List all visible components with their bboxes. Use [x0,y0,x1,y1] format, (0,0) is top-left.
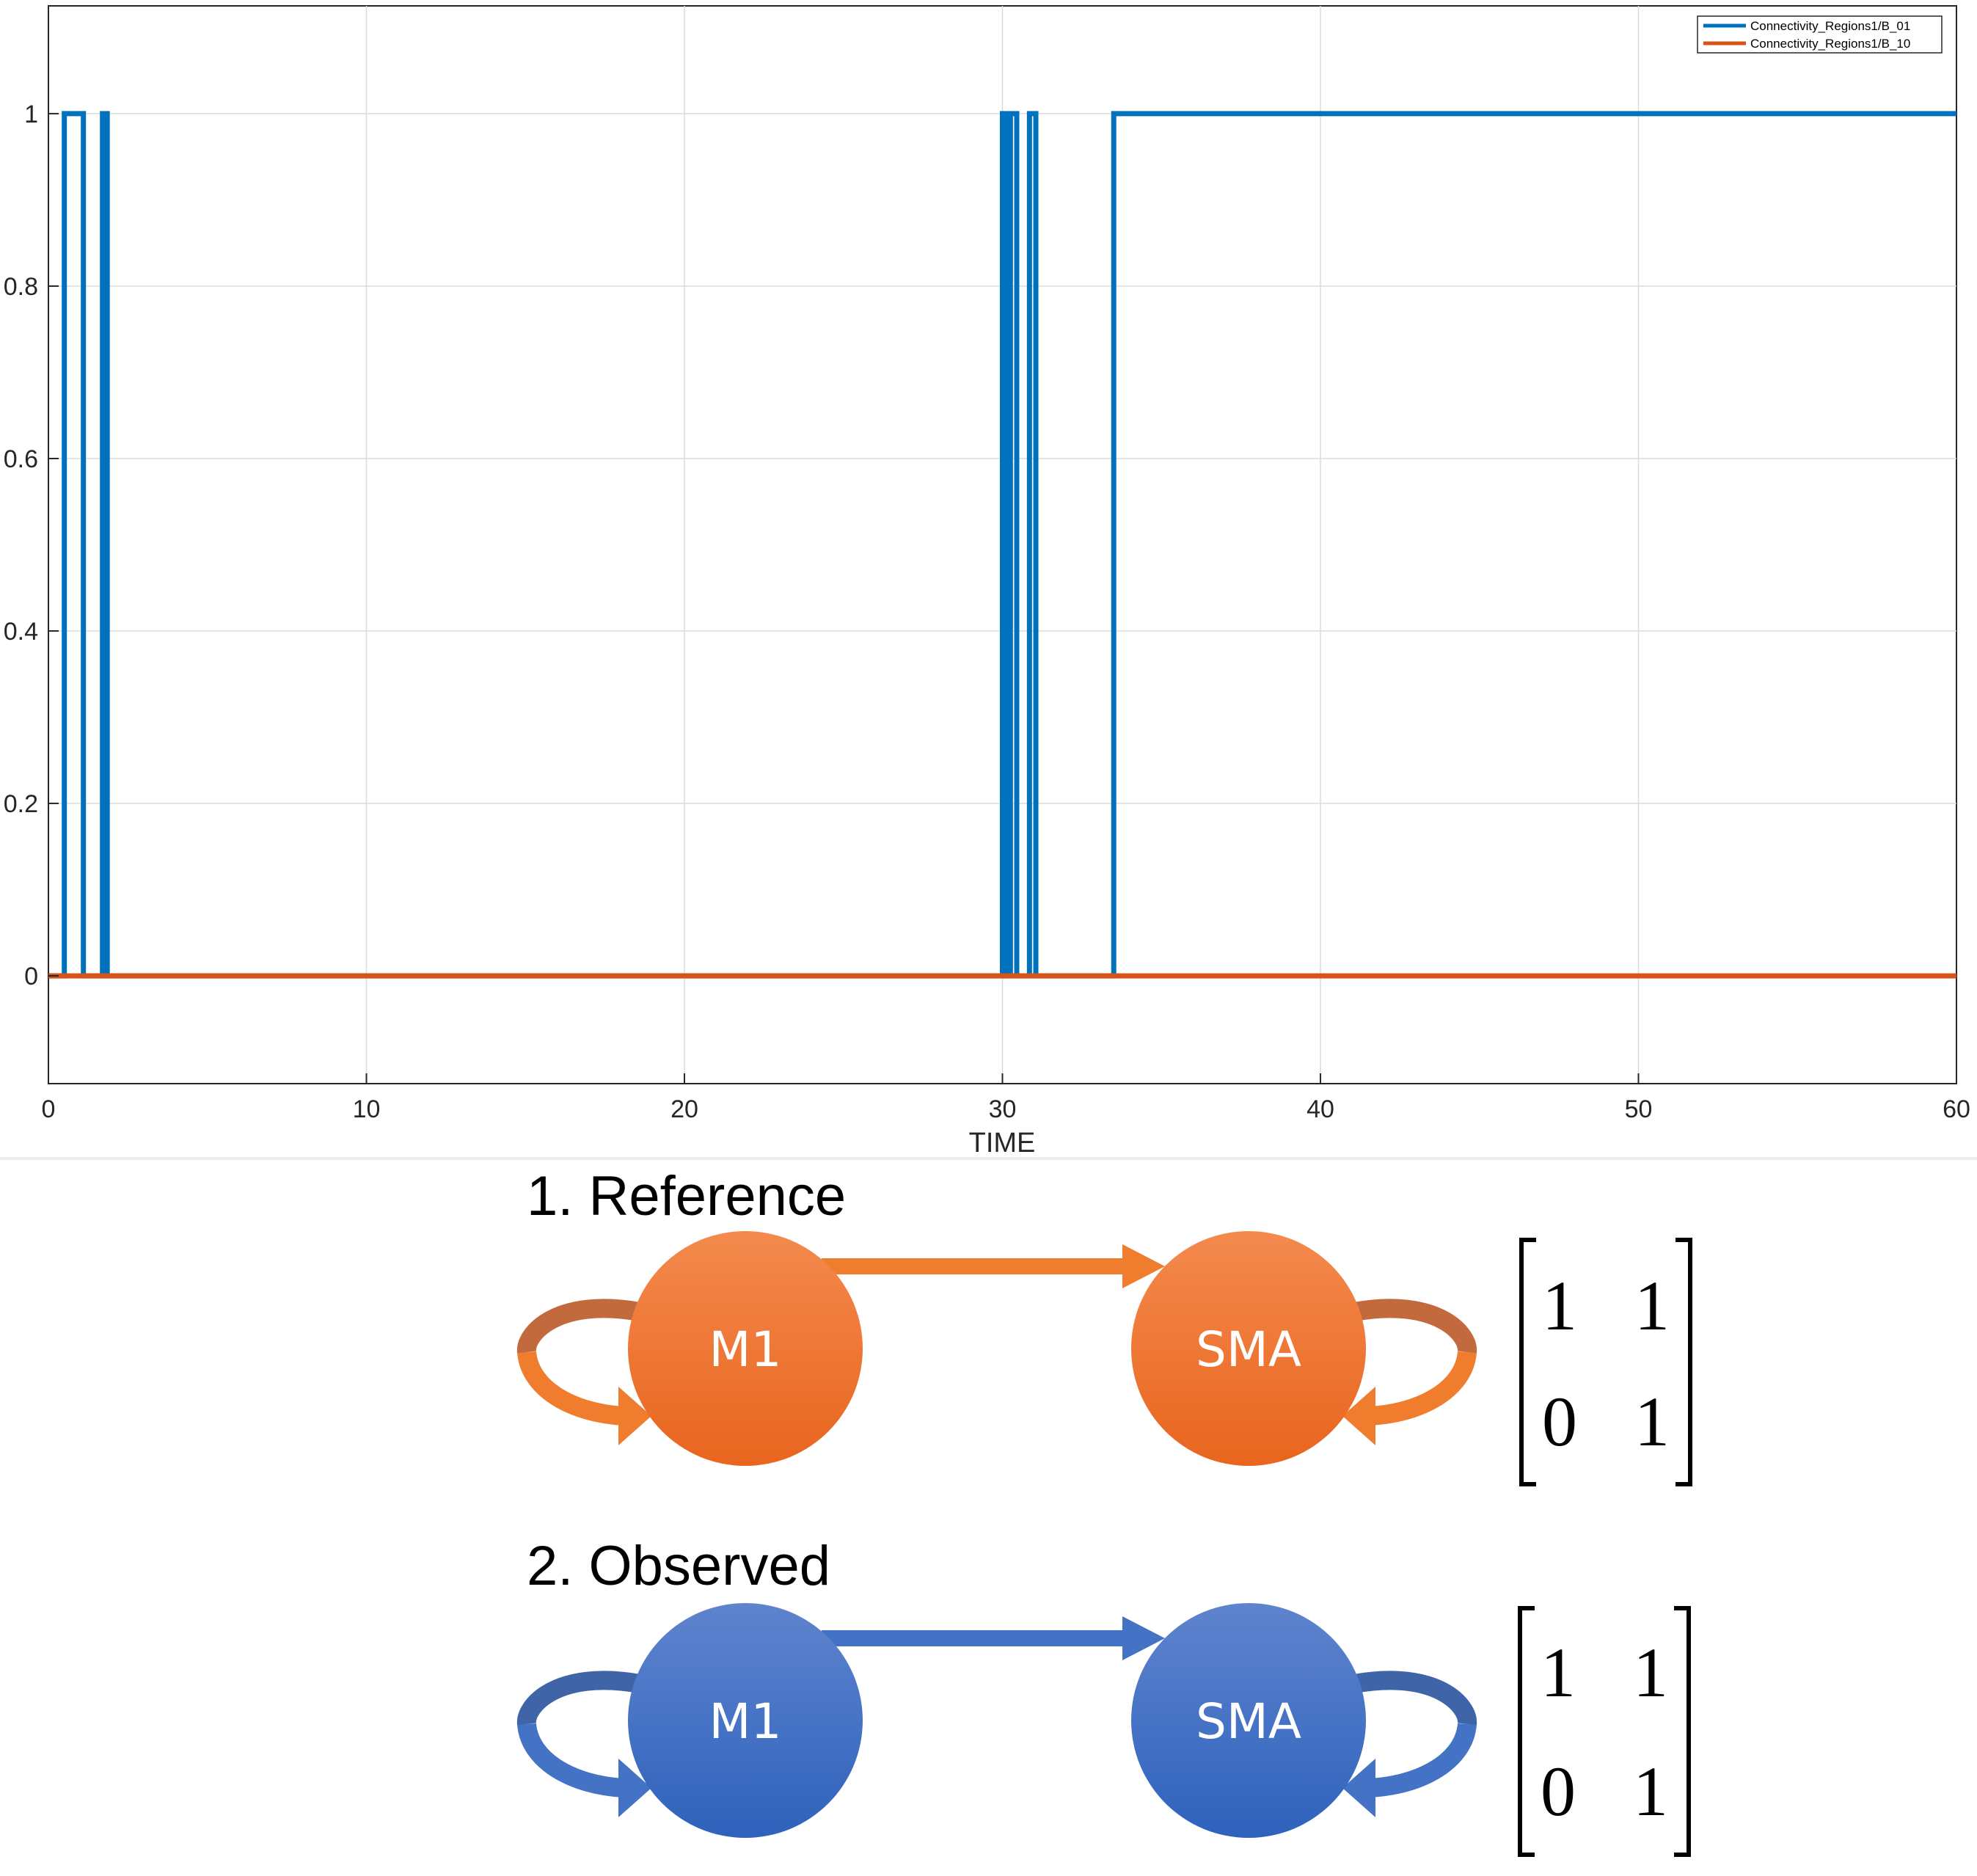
legend: Connectivity_Regions1/B_01 Connectivity_… [1697,15,1943,54]
x-tick-label: 40 [1307,1095,1334,1123]
matrix-cell-11: 1 [1633,1752,1668,1831]
matrix-left-bracket [1519,1238,1536,1486]
x-tick-label: 20 [670,1095,698,1123]
y-tick-label: 0.8 [4,273,38,301]
matrix-right-bracket [1675,1238,1692,1486]
chart-panel-divider [0,1157,1977,1160]
x-tick-label: 0 [42,1095,56,1123]
chart: 0 10 20 30 40 50 60 0 0.2 0.4 0.6 0.8 1 TIME Connec… [4,5,1970,1158]
x-tick-label: 60 [1943,1095,1970,1123]
matrix-cell-01: 1 [1633,1633,1668,1712]
self-loop-sma-front [1370,1723,1477,1797]
diagram-title: 1. Reference [527,1165,846,1227]
y-tick-label: 1 [24,101,38,128]
diagram-observed: 2. Observed M1 SMA 1 1 0 1 [516,1535,1691,1857]
y-tick-label: 0 [24,963,38,990]
edge-m1-to-sma [822,1630,1130,1646]
node-m1-label: M1 [709,1321,782,1378]
legend-label-b10: Connectivity_Regions1/B_10 [1750,37,1910,51]
node-m1-label: M1 [709,1693,782,1750]
node-sma-label: SMA [1196,1693,1301,1750]
legend-label-b01: Connectivity_Regions1/B_01 [1750,19,1910,33]
matrix-cell-11: 1 [1634,1382,1670,1461]
self-loop-m1-front [517,1723,624,1797]
matrix-cell-00: 1 [1542,1266,1577,1345]
x-axis-title: TIME [969,1128,1036,1158]
matrix-left-bracket [1518,1606,1535,1857]
edge-m1-to-sma [822,1258,1130,1274]
matrix-cell-10: 0 [1542,1382,1577,1461]
self-loop-sma-front [1370,1351,1477,1426]
diagram-reference: 1. Reference M1 SMA 1 1 0 1 [516,1165,1692,1486]
adjacency-matrix: 1 1 0 1 [1519,1238,1692,1486]
matrix-cell-10: 0 [1541,1752,1576,1831]
self-loop-m1-back [516,1671,642,1726]
node-sma-label: SMA [1196,1321,1301,1378]
y-tick-label: 0.6 [4,445,38,473]
self-loop-sma-back [1352,1671,1477,1726]
matrix-cell-00: 1 [1541,1633,1576,1712]
x-tick-label: 10 [353,1095,381,1123]
x-tick-label: 30 [989,1095,1017,1123]
y-tick-label: 0.2 [4,790,38,818]
adjacency-matrix: 1 1 0 1 [1518,1606,1691,1857]
matrix-right-bracket [1674,1606,1691,1857]
diagram-title: 2. Observed [527,1535,830,1597]
y-tick-label: 0.4 [4,618,38,646]
matrix-cell-01: 1 [1634,1266,1670,1345]
self-loop-m1-front [517,1351,624,1426]
figure: 0 10 20 30 40 50 60 00.20.40.60.81 TIME Connec… [0,5,1977,1857]
self-loop-m1-back [516,1299,642,1354]
self-loop-sma-back [1352,1299,1477,1354]
x-tick-label: 50 [1625,1095,1653,1123]
